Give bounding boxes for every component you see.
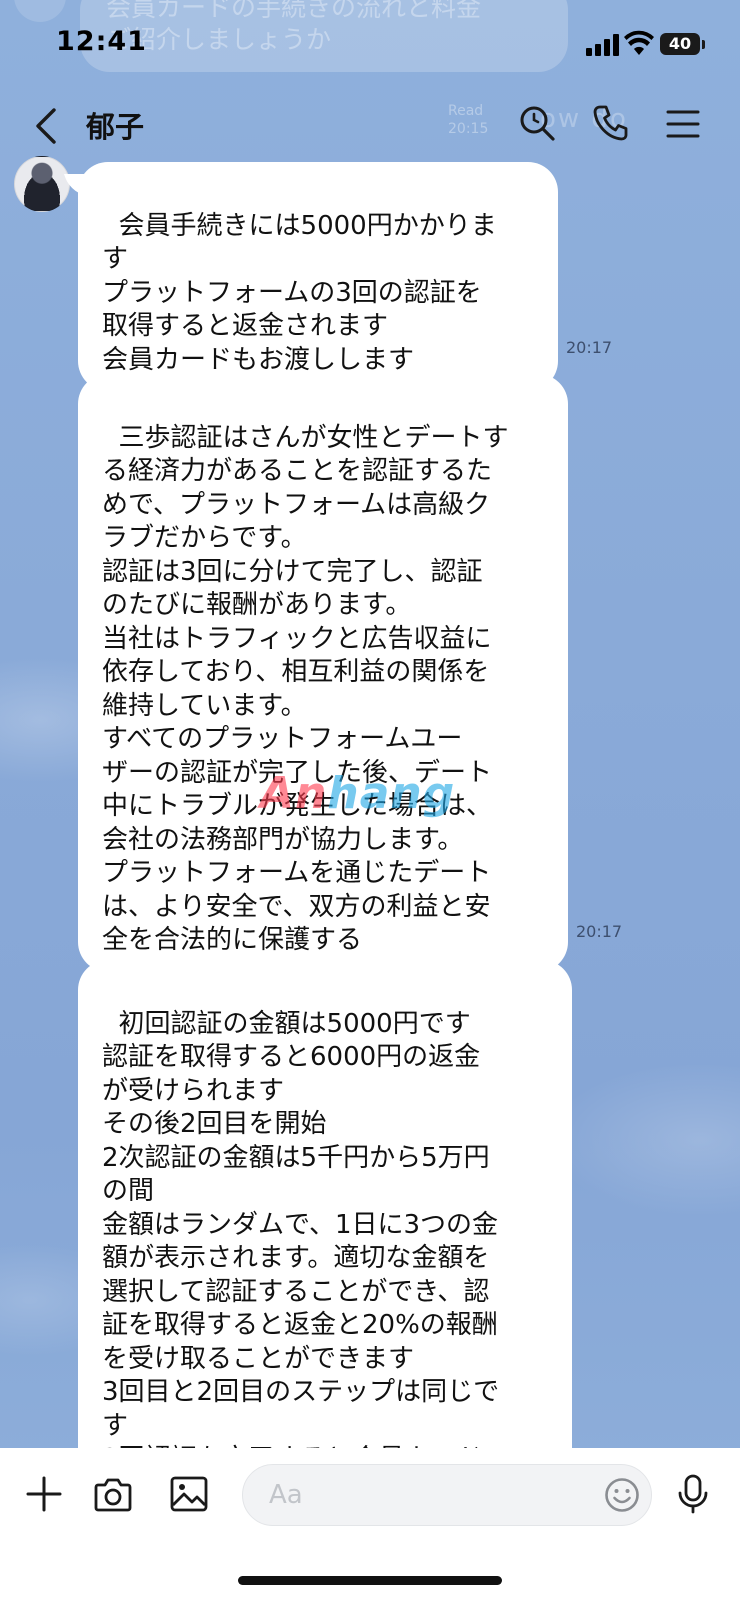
battery-icon: 40: [660, 33, 700, 55]
incoming-message-bubble[interactable]: 初回認証の金額は5000円です 認証を取得すると6000円の返金 が受けられます…: [78, 960, 572, 1480]
message-timestamp: 20:17: [576, 922, 623, 941]
message-input[interactable]: [242, 1464, 652, 1526]
home-indicator: [238, 1576, 502, 1585]
cellular-signal-icon: [586, 34, 620, 56]
plus-icon[interactable]: [26, 1476, 62, 1512]
message-text: 初回認証の金額は5000円です 認証を取得すると6000円の返金 が受けられます…: [102, 1008, 500, 1475]
microphone-icon[interactable]: [676, 1474, 710, 1514]
contact-name: 郁子: [86, 110, 145, 144]
emoji-icon[interactable]: [604, 1477, 640, 1513]
ghost-message-text: 会員カードの手続きの流れと料金 ご紹介しましょうか: [106, 0, 482, 54]
search-icon[interactable]: [518, 104, 556, 142]
message-text: 会員手続きには5000円かかりま す プラットフォームの3回の認証を 取得すると…: [102, 210, 497, 375]
contact-avatar[interactable]: [14, 156, 70, 212]
back-chevron-icon[interactable]: [30, 106, 64, 146]
incoming-message-bubble[interactable]: 会員手続きには5000円かかりま す プラットフォームの3回の認証を 取得すると…: [78, 162, 558, 391]
camera-icon[interactable]: [94, 1476, 132, 1512]
ghost-avatar: [14, 0, 66, 22]
menu-icon[interactable]: [666, 108, 700, 140]
ghost-read-receipt: Read 20:15: [448, 103, 489, 137]
image-icon[interactable]: [170, 1476, 208, 1512]
phone-icon[interactable]: [592, 104, 628, 142]
incoming-message-bubble[interactable]: 三歩認証はさんが女性とデートす る経済力があることを認証するた めで、プラットフ…: [78, 374, 568, 972]
battery-cap: [702, 40, 705, 49]
wifi-icon: [624, 30, 654, 55]
message-text: 三歩認証はさんが女性とデートす る経済力があることを認証するた めで、プラットフ…: [102, 422, 509, 956]
message-timestamp: 20:17: [566, 338, 613, 357]
status-time: 12:41: [56, 26, 147, 57]
